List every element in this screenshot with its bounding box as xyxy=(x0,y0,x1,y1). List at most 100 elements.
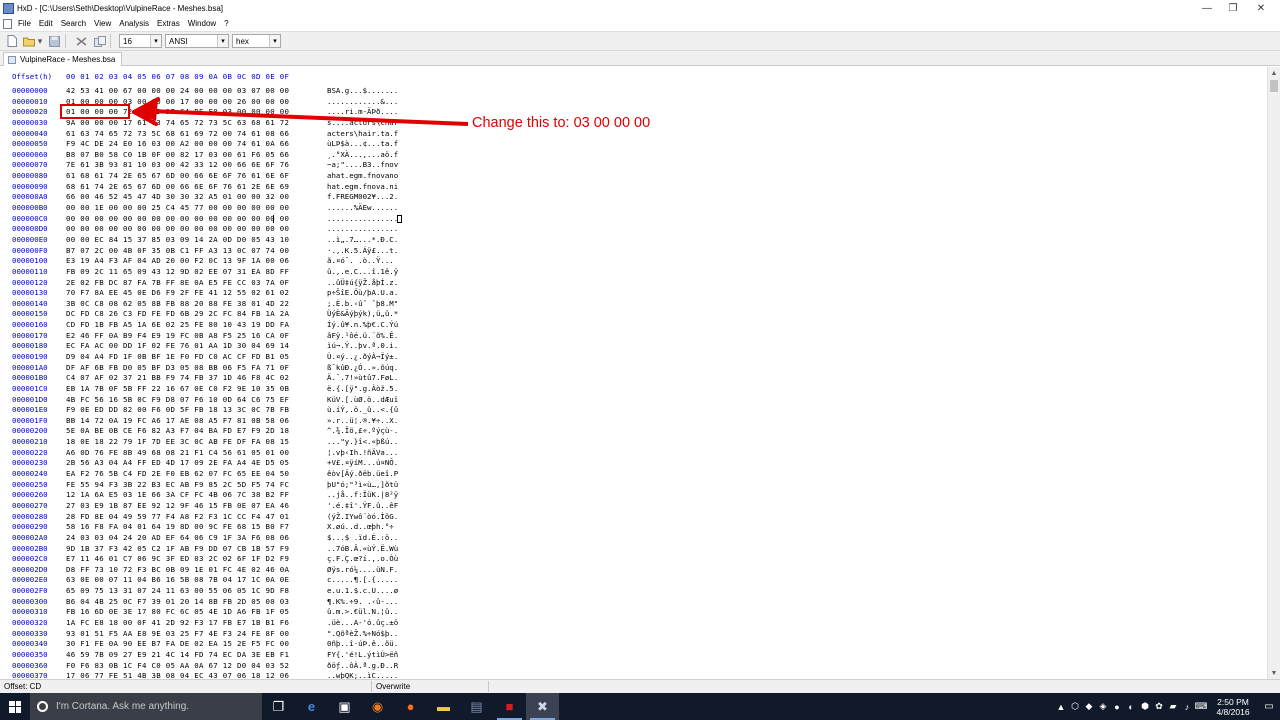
row-hex-bytes[interactable]: 9D 1B 37 F3 42 05 C2 1F AB F9 DD 07 CB 1… xyxy=(66,544,289,553)
blender-icon[interactable]: ◉ xyxy=(361,693,394,720)
row-ascii[interactable]: f.FREGM002¥...2. xyxy=(327,192,398,201)
row-hex-bytes[interactable]: 61 68 61 74 2E 65 67 6D 00 66 6E 6F 76 6… xyxy=(66,171,289,180)
row-hex-bytes[interactable]: EB 1A 7B 0F 5B FF 22 16 67 0E C0 F2 9E 1… xyxy=(66,384,289,393)
row-hex-bytes[interactable]: 66 00 46 52 45 47 4D 30 30 32 A5 01 00 0… xyxy=(66,192,289,201)
menu-file[interactable]: File xyxy=(14,16,35,31)
hxd-taskbar-icon[interactable]: ✖ xyxy=(526,693,559,720)
hex-editor-view[interactable]: Offset(h) 00 01 02 03 04 05 06 07 08 09 … xyxy=(0,67,1267,679)
row-ascii[interactable]: ".QõªèŽ.%÷Nó$þ.. xyxy=(327,629,398,638)
row-hex-bytes[interactable]: 7E 61 3B 93 81 10 03 00 42 33 12 00 66 6… xyxy=(66,160,289,169)
row-hex-bytes[interactable]: DF AF 6B FB D0 05 BF D3 05 08 BB 06 F5 F… xyxy=(66,363,289,372)
row-hex-bytes[interactable]: E3 19 A4 F3 AF 04 AD 20 00 F2 0C 13 9F 1… xyxy=(66,256,289,265)
row-hex-bytes[interactable]: 28 FD 8E 04 49 59 77 F4 A8 F2 F3 1C CC F… xyxy=(66,512,289,521)
chevron-down-icon[interactable]: ▾ xyxy=(150,35,161,47)
save-icon[interactable] xyxy=(48,35,61,47)
row-hex-bytes[interactable]: BB 14 72 0A 19 FC A6 17 AE 08 A5 F7 81 0… xyxy=(66,416,289,425)
row-hex-bytes[interactable]: 58 16 F8 FA 04 01 64 19 8D 00 9C FE 68 1… xyxy=(66,522,289,531)
row-ascii[interactable]: ................ xyxy=(327,214,398,223)
vertical-scrollbar[interactable]: ▲ ▼ xyxy=(1267,67,1280,679)
menu-help[interactable]: ? xyxy=(220,16,232,31)
row-hex-bytes[interactable]: 5E 0A BE 0B CE F6 82 A3 F7 04 BA FD E7 F… xyxy=(66,426,289,435)
row-ascii[interactable]: $...$ .ïd.É.:ö.. xyxy=(327,533,398,542)
row-hex-bytes[interactable]: B7 07 2C 00 4B 0F 35 0B C1 FF A3 13 0C 0… xyxy=(66,246,289,255)
row-hex-bytes[interactable]: 61 63 74 65 72 73 5C 68 61 69 72 00 74 6… xyxy=(66,129,289,138)
file-explorer-icon[interactable]: ▬ xyxy=(427,693,460,720)
row-ascii[interactable]: p÷ŠîE.Öù/þA.U.a. xyxy=(327,288,398,297)
row-hex-bytes[interactable]: C4 07 AF 02 37 21 BB F9 74 FB 37 1D 46 F… xyxy=(66,373,289,382)
new-file-icon[interactable] xyxy=(5,35,18,47)
chevron-down-icon[interactable]: ▾ xyxy=(269,35,280,47)
row-ascii[interactable]: êòv[Äý.ðëb.üeî.P xyxy=(327,469,398,478)
row-hex-bytes[interactable]: 3B 0C C8 08 62 05 8B FB 88 20 88 FE 38 0… xyxy=(66,299,289,308)
row-ascii[interactable]: ..ûÜ‡ú{ÿŽ.åþÌ.z. xyxy=(327,278,398,287)
row-ascii[interactable]: ..wþQK;..ìC..... xyxy=(327,671,398,679)
scroll-thumb[interactable] xyxy=(1270,80,1278,92)
scroll-up-icon[interactable]: ▲ xyxy=(1268,67,1280,79)
row-ascii[interactable]: e.u.1.$.c.U....ø xyxy=(327,586,398,595)
row-hex-bytes[interactable]: F9 4C DE 24 E0 16 03 00 A2 00 00 00 74 6… xyxy=(66,139,289,148)
row-hex-bytes[interactable]: 18 0E 18 22 79 1F 7D EE 3C 0C AB FE DF F… xyxy=(66,437,289,446)
row-ascii[interactable]: +V£.¤ÿíM...ú¤NÕ. xyxy=(327,458,398,467)
row-hex-bytes[interactable]: 27 03 E9 1B 87 EE 92 12 9F 46 15 FB 0E 0… xyxy=(66,501,289,510)
row-ascii[interactable]: ¶.K%.÷9. .‹û-... xyxy=(327,597,398,606)
row-hex-bytes[interactable]: 68 61 74 2E 65 67 6D 00 66 6E 6F 76 61 2… xyxy=(66,182,289,191)
row-ascii[interactable]: Øÿs.ró¼....üN.F. xyxy=(327,565,398,574)
row-hex-bytes[interactable]: 17 06 77 FE 51 4B 3B 08 04 EC 43 07 06 1… xyxy=(66,671,289,679)
row-ascii[interactable]: Ù.¤ý..¿.ðýÀ¬Ïý±. xyxy=(327,352,398,361)
row-ascii[interactable]: ~a;"....B3..fnov xyxy=(327,160,398,169)
row-ascii[interactable]: ..."y.}î<.«þßú.. xyxy=(327,437,398,446)
row-ascii[interactable]: ·.,.K.5.Áÿ£...t. xyxy=(327,246,398,255)
row-ascii[interactable]: ß¯kûÐ.¿Ó..».õúq. xyxy=(327,363,398,372)
row-ascii[interactable]: c.....¶.[.{..... xyxy=(327,575,398,584)
row-hex-bytes[interactable]: B8 07 B0 58 C0 1B 0F 00 82 17 03 00 61 F… xyxy=(66,150,289,159)
row-ascii[interactable]: ë.{.[ÿ".g.Àòž.5. xyxy=(327,384,398,393)
tray-app-icon[interactable]: ◈ xyxy=(1096,693,1110,720)
row-hex-bytes[interactable]: D9 04 A4 FD 1F 0B BF 1E F0 FD C0 AC CF F… xyxy=(66,352,289,361)
scroll-down-icon[interactable]: ▼ xyxy=(1268,667,1280,679)
bytes-per-row-select[interactable]: 16 ▾ xyxy=(119,34,162,48)
edge-browser-icon[interactable]: e xyxy=(295,693,328,720)
row-ascii[interactable]: ....ri.m-ÄÞð.... xyxy=(327,107,398,116)
task-view-icon[interactable]: ❐ xyxy=(262,693,295,720)
row-hex-bytes[interactable]: 70 F7 8A EE 45 0E D6 F9 2F FE 41 12 55 0… xyxy=(66,288,289,297)
row-hex-bytes[interactable]: 9A 00 00 00 17 61 63 74 65 72 73 5C 63 6… xyxy=(66,118,289,127)
network-icon[interactable]: ▰ xyxy=(1166,693,1180,720)
row-ascii[interactable]: âFÿ.¹ôé.ü.¨õ%.Ê. xyxy=(327,331,398,340)
menu-extras[interactable]: Extras xyxy=(153,16,184,31)
open-dropdown-icon[interactable]: ▾ xyxy=(37,35,43,47)
row-ascii[interactable]: BSA.g...$....... xyxy=(327,86,398,95)
row-ascii[interactable]: ù.íÝ‚.ö._û..<.{û xyxy=(327,405,398,414)
row-ascii[interactable]: ìú¬.Ý..þv.ª.0.i. xyxy=(327,341,398,350)
volume-icon[interactable]: ♪ xyxy=(1180,693,1194,720)
menu-search[interactable]: Search xyxy=(57,16,90,31)
row-ascii[interactable]: ^.¾.Îö‚£÷.ºýçù-. xyxy=(327,426,398,435)
row-ascii[interactable]: (ýŽ.IYwô¨òó.ÌôG. xyxy=(327,512,398,521)
menu-view[interactable]: View xyxy=(90,16,115,31)
menu-edit[interactable]: Edit xyxy=(35,16,57,31)
row-ascii[interactable]: 0ñþ..î·úÞ.ê..õü. xyxy=(327,639,398,648)
row-ascii[interactable]: û.m.>.€ül.N.¦û.. xyxy=(327,607,398,616)
row-hex-bytes[interactable]: EA F2 76 5B C4 FD 2E F0 EB 62 07 FC 65 E… xyxy=(66,469,289,478)
row-ascii[interactable]: ............&... xyxy=(327,97,398,106)
copy-icon[interactable] xyxy=(93,35,106,47)
row-hex-bytes[interactable]: 12 1A 6A E5 03 1E 66 3A CF FC 4B 06 7C 3… xyxy=(66,490,289,499)
row-ascii[interactable]: ã.¤ó¯.­ .ò..Ÿ... xyxy=(327,256,394,265)
action-center-icon[interactable]: ▭ xyxy=(1258,693,1280,720)
row-hex-bytes[interactable]: 65 09 75 13 31 07 24 11 63 00 55 06 05 1… xyxy=(66,586,289,595)
close-button[interactable]: ✕ xyxy=(1247,0,1275,16)
row-ascii[interactable]: û.,.e.C...î.1ê.ÿ xyxy=(327,267,398,276)
row-hex-bytes[interactable]: D8 FF 73 10 72 F3 BC 0B 09 1E 01 FC 4E 0… xyxy=(66,565,289,574)
row-ascii[interactable]: ç.F.Ç.œ?í.,.o.Òù xyxy=(327,554,398,563)
row-hex-bytes[interactable]: 1A FC E8 18 00 0F 41 2D 92 F3 17 FB E7 1… xyxy=(66,618,289,627)
row-hex-bytes[interactable]: B6 04 4B 25 0C F7 39 01 20 14 8B FB 2D 0… xyxy=(66,597,289,606)
row-hex-bytes[interactable]: DC FD C8 26 C3 FD FE FD 6B 29 2C FC 84 F… xyxy=(66,309,289,318)
row-hex-bytes[interactable]: 00 00 1E 00 00 00 25 C4 45 77 00 00 00 0… xyxy=(66,203,289,212)
row-hex-bytes[interactable]: 00 00 00 00 00 00 00 00 00 00 00 00 00 0… xyxy=(66,214,289,223)
row-ascii[interactable]: ahat.egm.fnovano xyxy=(327,171,398,180)
tray-app-icon[interactable]: ● xyxy=(1110,693,1124,720)
row-hex-bytes[interactable]: E7 11 46 01 C7 06 9C 3F ED 03 2C 02 6F 1… xyxy=(66,554,289,563)
minimize-button[interactable]: — xyxy=(1193,0,1221,16)
row-ascii[interactable]: ..jå..f:ÏüK.|8²ÿ xyxy=(327,490,398,499)
row-ascii[interactable]: ¸.°XÀ...‚...aö.f xyxy=(327,150,398,159)
tab-meshes-bsa[interactable]: VulpineRace - Meshes.bsa xyxy=(3,52,123,66)
